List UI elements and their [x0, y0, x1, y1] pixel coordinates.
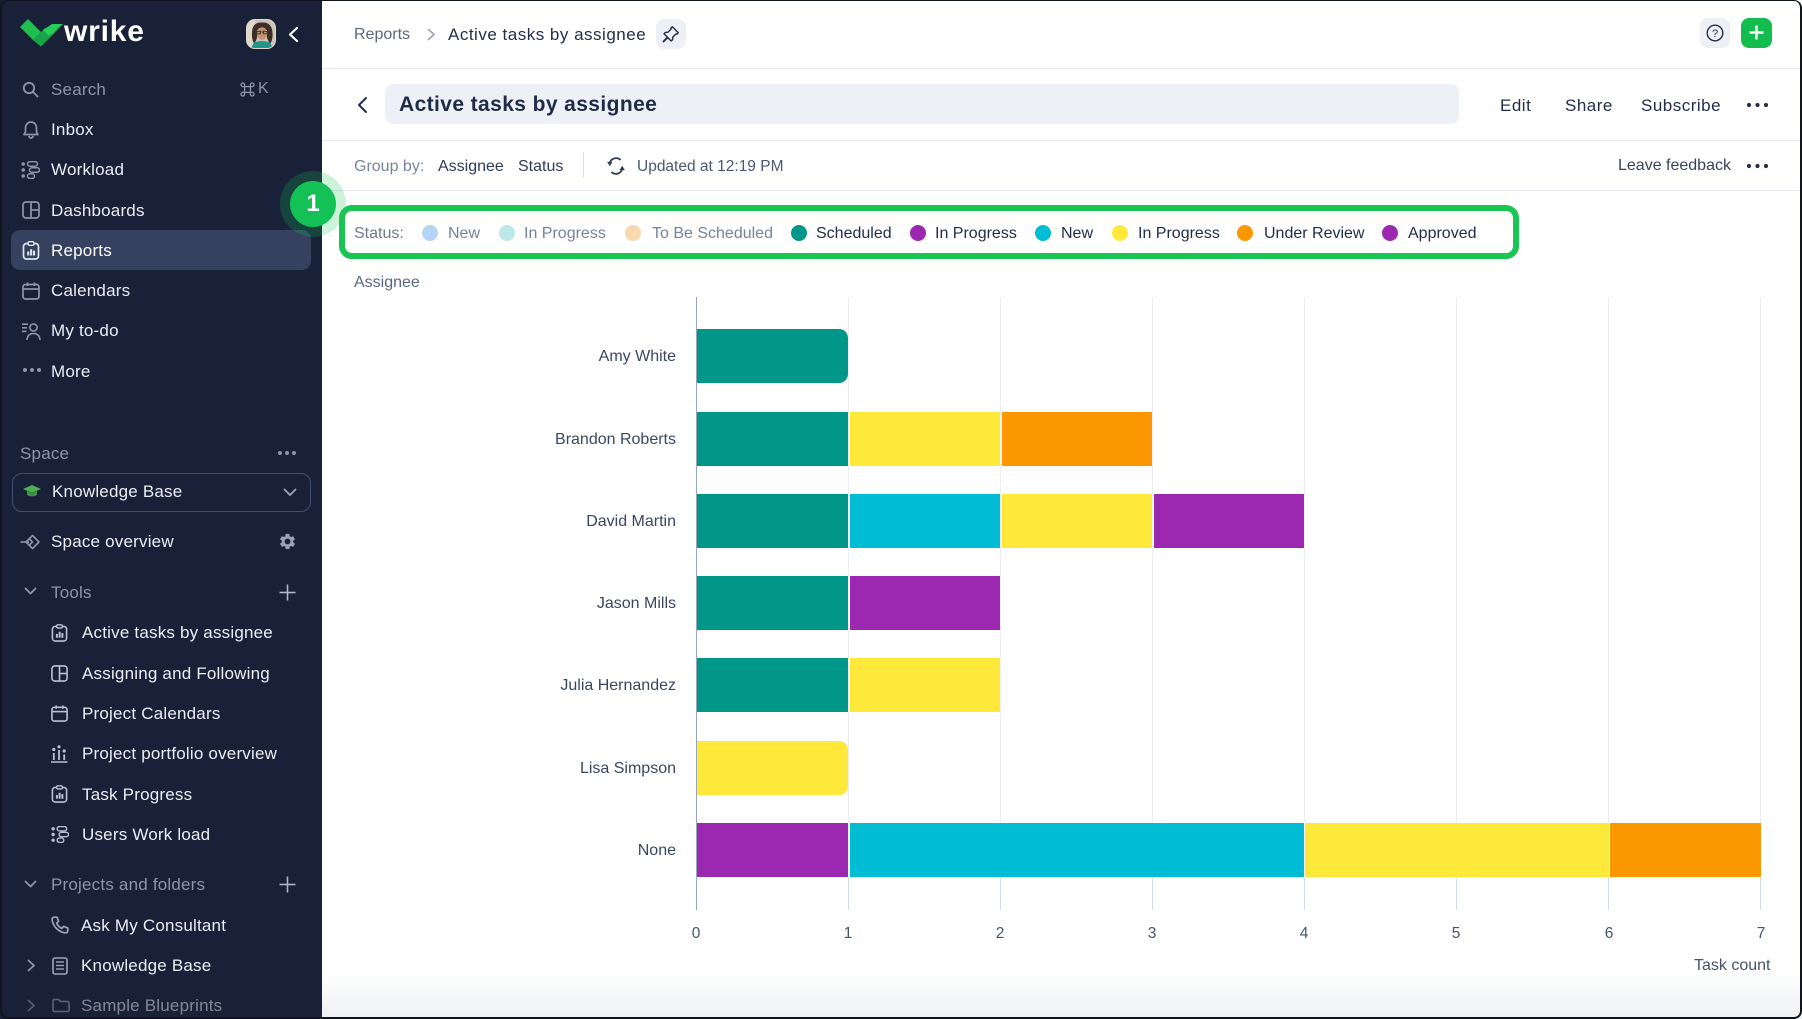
svg-text:?: ?	[1712, 28, 1718, 40]
